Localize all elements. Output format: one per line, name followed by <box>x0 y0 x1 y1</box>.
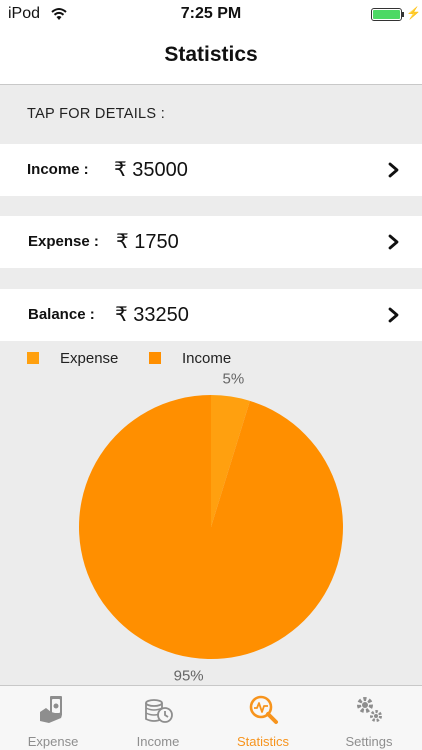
pie-label-income: 95% <box>174 667 204 684</box>
income-coins-clock-icon <box>145 699 173 723</box>
tab-income-label: Income <box>136 734 180 749</box>
income-label: Income : <box>27 161 89 178</box>
tab-expense-label: Expense <box>27 734 79 749</box>
statistics-magnifier-pulse-icon <box>249 695 278 724</box>
tab-expense[interactable]: Expense <box>0 686 106 750</box>
tab-income[interactable]: Income <box>105 686 211 750</box>
tab-bar: Expense Income Statistics Settings <box>0 685 422 750</box>
tab-statistics[interactable]: Statistics <box>210 686 316 750</box>
pie-label-expense: 5% <box>223 371 245 388</box>
page-title: Statistics <box>164 43 258 66</box>
expense-money-hand-icon <box>40 696 62 723</box>
section-header: TAP FOR DETAILS : <box>27 106 166 122</box>
navigation-bar: Statistics <box>0 30 422 85</box>
chevron-right-icon <box>388 307 399 323</box>
expense-label: Expense : <box>28 233 99 250</box>
battery-icon <box>371 8 402 21</box>
battery-cap <box>402 12 404 17</box>
expense-row[interactable]: Expense : ₹ 1750 <box>0 216 422 268</box>
balance-value: ₹ 33250 <box>115 304 189 326</box>
tab-settings-label: Settings <box>345 734 393 749</box>
balance-row[interactable]: Balance : ₹ 33250 <box>0 289 422 341</box>
pie-chart[interactable]: 5% 95% <box>0 360 422 685</box>
income-row[interactable]: Income : ₹ 35000 <box>0 144 422 196</box>
income-value: ₹ 35000 <box>114 159 188 181</box>
tab-statistics-label: Statistics <box>236 734 289 749</box>
balance-label: Balance : <box>28 306 95 323</box>
chevron-right-icon <box>388 162 399 178</box>
charging-bolt-icon: ⚡ <box>406 6 421 20</box>
chevron-right-icon <box>388 234 399 250</box>
status-bar: iPod 7:25 PM ⚡ <box>0 0 422 30</box>
tab-settings[interactable]: Settings <box>316 686 422 750</box>
settings-gears-icon <box>357 697 382 722</box>
clock-time: 7:25 PM <box>180 5 242 22</box>
expense-value: ₹ 1750 <box>116 231 179 253</box>
